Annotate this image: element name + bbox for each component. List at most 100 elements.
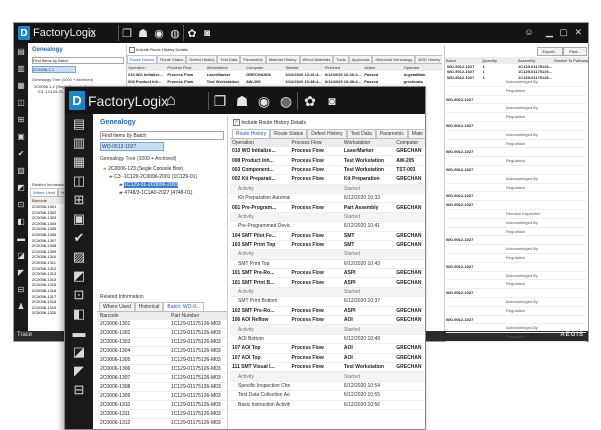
sidebar-nav-icon[interactable]: ▦ <box>14 77 28 94</box>
sidebar-nav-icon[interactable]: ⊡ <box>65 285 93 304</box>
front-history-tab[interactable]: Defect History <box>307 129 347 138</box>
sidebar-nav-icon[interactable]: ▥ <box>65 133 93 152</box>
back-find-by-select[interactable]: Find Items by Batch <box>32 57 124 64</box>
back-include-route-history[interactable]: Include Route History Details <box>127 45 442 55</box>
table-row[interactable]: 2C0006-1311 1C129-01175126-M03 <box>97 410 227 419</box>
table-row[interactable]: 111 SMT Visual I... Process Flow Test Work… <box>230 362 425 373</box>
table-row[interactable]: Activity Started <box>230 212 425 223</box>
camera-icon[interactable]: ◙ <box>322 92 342 110</box>
table-row[interactable]: 010 WO Initialize... Process Flow LaserMar… <box>230 147 425 157</box>
table-row[interactable]: 2C0006-1310 1C129-01175126-M03 <box>97 401 227 410</box>
sidebar-nav-icon[interactable]: ▬ <box>65 323 93 342</box>
sidebar-nav-icon[interactable]: ▨ <box>65 247 93 266</box>
back-search-input[interactable]: 2C0006-1-1 <box>32 66 76 73</box>
table-row[interactable]: 001 Pre-Program... Process Flow Part Assem… <box>230 202 425 213</box>
table-row[interactable]: 2C0006-1303 1C129-01175126-M03 <box>97 338 227 347</box>
front-history-tab[interactable]: Route History <box>232 129 271 138</box>
back-history-tab[interactable]: Route History <box>127 55 158 63</box>
close-icon[interactable]: ✕ <box>574 27 582 37</box>
table-row[interactable]: Activity Started <box>230 184 425 194</box>
back-history-tab[interactable]: Test Data <box>217 55 241 63</box>
back-tab-where-used[interactable]: Where Used <box>30 188 59 196</box>
front-include-route-history[interactable]: ✓ Include Route History Details <box>230 116 425 129</box>
back-history-tab[interactable]: Defect History <box>186 55 218 63</box>
sidebar-nav-icon[interactable]: ⊟ <box>14 281 28 298</box>
table-row[interactable]: Activity Started <box>230 324 425 335</box>
camera-icon[interactable]: ◙ <box>200 25 214 41</box>
sidebar-nav-icon[interactable]: ⊞ <box>65 190 93 209</box>
back-history-tab[interactable]: Material History <box>265 55 300 63</box>
front-history-tab[interactable]: Parametric <box>375 129 408 138</box>
sidebar-nav-icon[interactable]: ▤ <box>65 114 93 133</box>
sidebar-nav-icon[interactable]: ◩ <box>14 179 28 196</box>
home-icon[interactable]: ⌂ <box>162 92 180 110</box>
table-row[interactable]: Specific Inspection Checks 6/12/2020 10:5… <box>230 381 425 392</box>
sidebar-nav-icon[interactable]: ◫ <box>65 171 93 190</box>
sidebar-nav-icon[interactable]: ◧ <box>14 213 28 230</box>
sidebar-nav-icon[interactable]: ◤ <box>65 361 93 380</box>
table-row[interactable]: 2C0006-1312 1C129-01175126-M03 <box>97 419 227 428</box>
sidebar-nav-icon[interactable]: ▣ <box>65 209 93 228</box>
table-row[interactable]: AOI Bottom 6/12/2020 10:49 <box>230 334 425 345</box>
table-row[interactable]: Activity Started <box>230 287 425 298</box>
back-history-tab[interactable]: Route Status <box>157 55 187 63</box>
table-row[interactable]: 103 SMT Print Top Process Flow SMT GRECHAN <box>230 240 425 251</box>
front-tree-item[interactable]: ▰ 4748/3-1C1A0-2027 (4748-01) <box>103 189 227 197</box>
sidebar-nav-icon[interactable]: ◫ <box>14 94 28 111</box>
gear-icon[interactable]: ✿ <box>183 25 200 41</box>
maximize-icon[interactable]: ▢ <box>559 27 568 37</box>
globe-icon[interactable]: ◍ <box>167 25 183 41</box>
front-tab-historical[interactable]: Historical <box>134 302 164 311</box>
sidebar-nav-icon[interactable]: ▦ <box>65 152 93 171</box>
table-row[interactable]: SMT Print Bottom 6/12/2020 10:37 <box>230 296 425 307</box>
front-history-tab[interactable]: Mate <box>407 129 425 138</box>
table-row[interactable]: 002 Kit Preparati... Process Flow Kit Prep… <box>230 174 425 185</box>
table-row[interactable]: 003 Component...Process FlowTest Worksta… <box>230 165 425 176</box>
table-row[interactable]: Pre-Programmed Devices 6/12/2020 10:41 <box>230 221 425 232</box>
table-row[interactable]: Kit Preparation Automated 6/12/2020 10:33 <box>230 193 425 204</box>
table-row[interactable]: 2C0006-1304 1C129-01175126-M03 <box>97 347 227 356</box>
table-row[interactable]: 104 SMT Pilot Fe... Process Flow SMT GRECHA… <box>230 231 425 241</box>
back-print-button[interactable]: Print... <box>563 47 587 56</box>
table-row[interactable]: 2C0006-1309 1C129-01175126-M03 <box>97 392 227 401</box>
sidebar-nav-icon[interactable]: ✔ <box>65 228 93 247</box>
table-row[interactable]: 008 Product Inh... Process Flow Test Works… <box>230 155 425 166</box>
table-row[interactable]: 2C0006-1307 1C129-01175126-M03 <box>97 374 227 383</box>
back-history-tab[interactable]: Parametric <box>240 55 266 63</box>
table-row[interactable]: 101 SMT Pre-Ro... Process Flow ASPI GRECHAN <box>230 268 425 279</box>
user-icon[interactable]: ☺ <box>524 27 533 37</box>
front-find-by-select[interactable]: Find Items by Batch <box>100 131 224 140</box>
table-row[interactable]: 2C0006-1301 1C129-01175126-M03 <box>97 320 227 329</box>
gear-icon[interactable]: ✿ <box>297 92 322 110</box>
checkbox-icon[interactable]: ✓ <box>233 119 240 126</box>
sidebar-nav-icon[interactable]: ✔ <box>14 145 28 162</box>
table-row[interactable]: 101 SMT Print B... Process Flow ASPI GRECHA… <box>230 277 425 288</box>
front-search-input[interactable]: WO-0612-1027 <box>100 142 164 151</box>
table-row[interactable]: 2C0006-1305 1C129-01175126-M03 <box>97 356 227 365</box>
sidebar-nav-icon[interactable]: ▤ <box>14 43 28 60</box>
sidebar-nav-icon[interactable]: ▥ <box>14 60 28 77</box>
table-row[interactable]: 107 AOI Top Process Flow AOI GRECHAN <box>230 353 425 364</box>
back-history-tab[interactable]: Tools <box>333 55 349 63</box>
location-icon[interactable]: ◉ <box>253 92 275 110</box>
front-tree-item[interactable]: ▰ C3 -1C129-2C0096-2001 (1C129-01) <box>103 173 227 181</box>
table-row[interactable]: Activity Started <box>230 249 425 260</box>
back-export-button[interactable]: Export... <box>537 47 563 56</box>
sidebar-nav-icon[interactable]: ▨ <box>14 162 28 179</box>
copy-icon[interactable]: ❐ <box>118 25 135 41</box>
table-row[interactable]: SMT Print Top 6/12/2020 10:43 <box>230 259 425 270</box>
sidebar-nav-icon[interactable]: ◪ <box>14 247 28 264</box>
table-row[interactable]: 010 WO Initialize... Process Flow LaserMar… <box>127 71 442 78</box>
sidebar-nav-icon[interactable]: ▣ <box>14 128 28 145</box>
sidebar-nav-icon[interactable]: ◩ <box>65 266 93 285</box>
table-row[interactable]: 102 SMT Pre-Ro... Process Flow ASPI GRECHAN <box>230 306 425 317</box>
front-history-tab[interactable]: Test Data <box>346 129 376 138</box>
table-row[interactable]: 2C0006-1306 1C129-01175126-M03 <box>97 365 227 374</box>
checkbox-icon[interactable] <box>129 47 135 53</box>
people-icon[interactable]: ☗ <box>135 25 151 41</box>
sidebar-nav-icon[interactable]: ▬ <box>14 230 28 247</box>
back-history-tab[interactable]: BOE History <box>415 55 442 63</box>
table-row[interactable]: Activity Started <box>230 371 425 382</box>
table-row[interactable]: 107 AOI Top Process Flow AOI GRECHAN <box>230 343 425 354</box>
globe-icon[interactable]: ◍ <box>275 92 297 110</box>
